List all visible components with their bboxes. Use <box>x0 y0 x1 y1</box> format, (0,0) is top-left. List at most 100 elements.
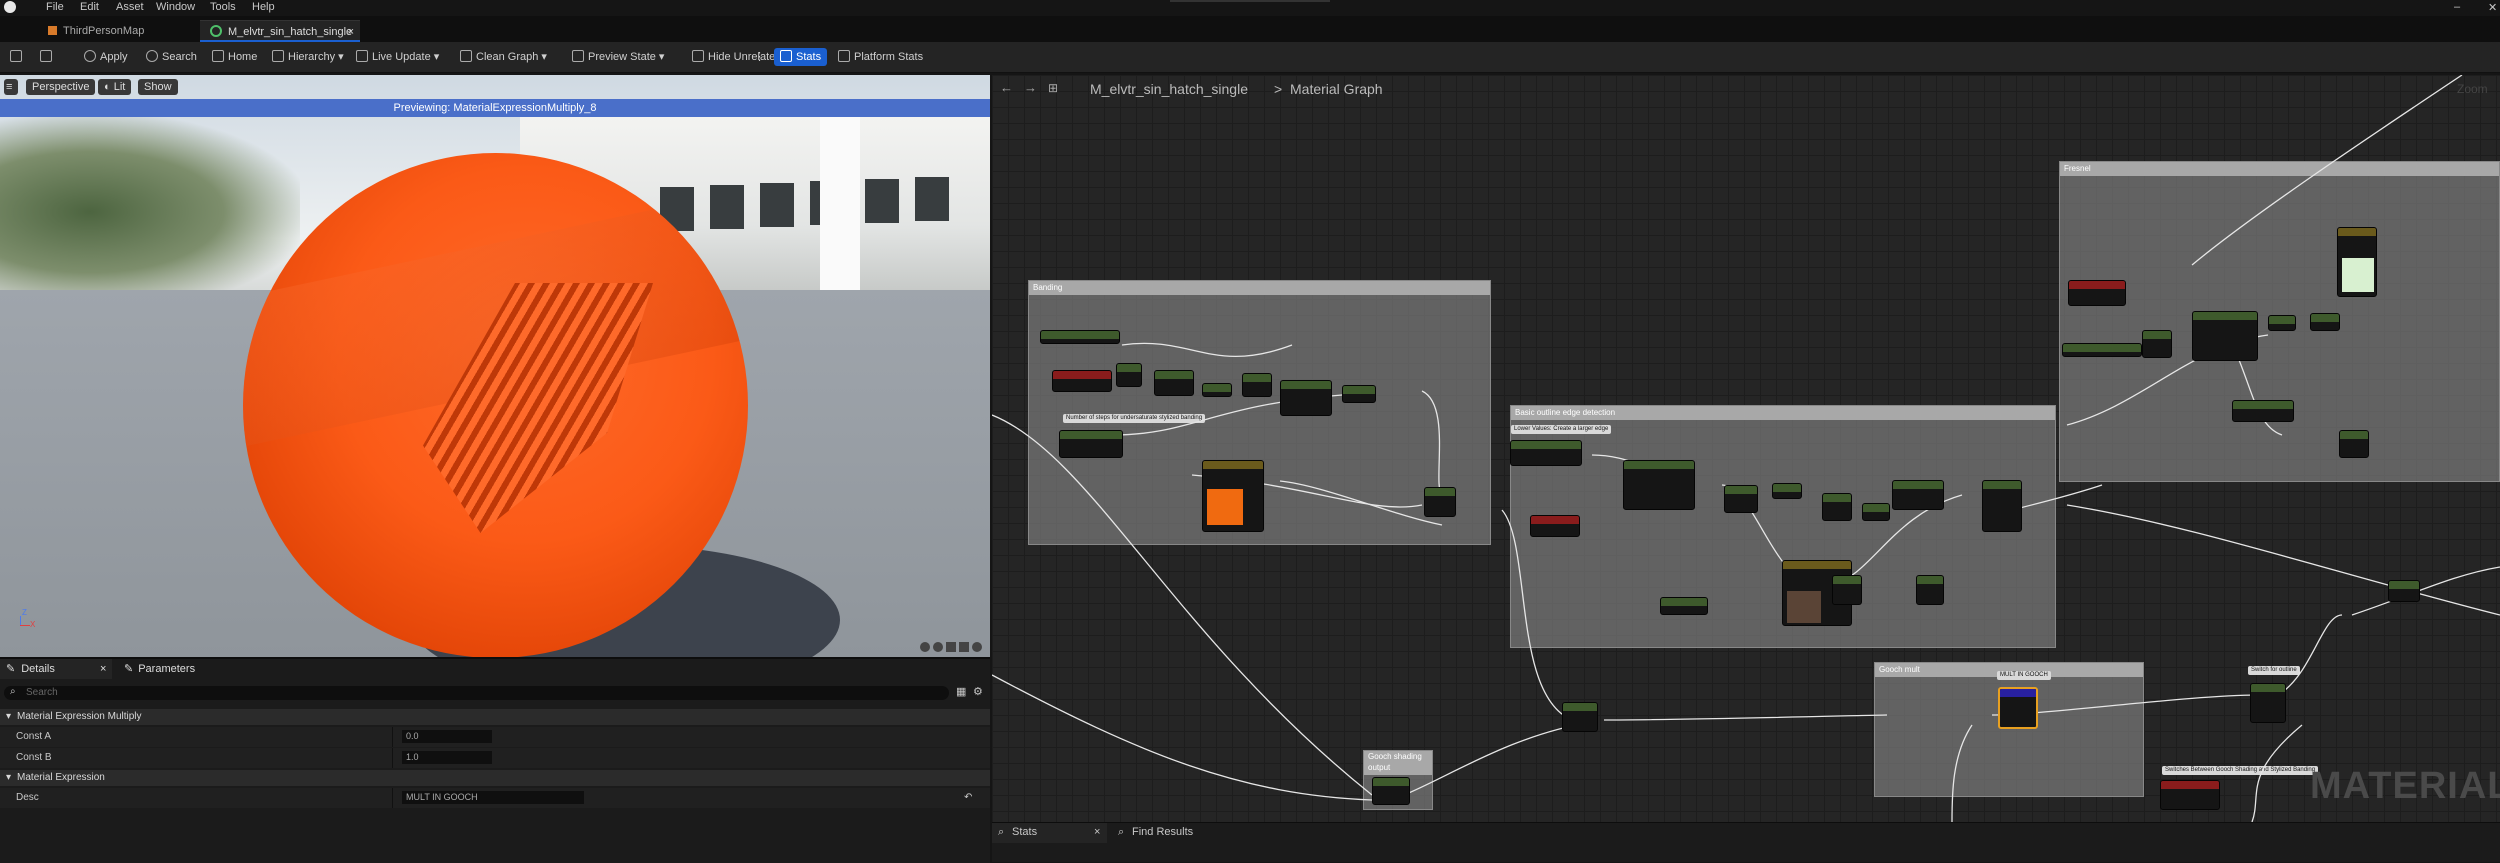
hierarchy-button[interactable]: Hierarchy ▾ <box>272 49 344 65</box>
node-final-mult[interactable] <box>2388 580 2420 602</box>
node-outline-mult[interactable] <box>1832 575 1862 605</box>
material-graph-canvas[interactable]: ← → ⊞ M_elvtr_sin_hatch_single > Materia… <box>992 75 2500 822</box>
lit-button[interactable]: ◐ Lit <box>98 79 132 95</box>
preview-banner: Previewing: MaterialExpressionMultiply_8 <box>0 99 990 117</box>
plane-icon[interactable] <box>946 642 956 652</box>
node-scalar-steps[interactable] <box>1059 430 1123 458</box>
node-pixel-normal-2[interactable] <box>1530 515 1580 537</box>
tab-details[interactable]: ✎ Details × <box>0 659 112 679</box>
wire <box>1501 509 1573 721</box>
menu-file[interactable]: File <box>46 1 64 13</box>
tab-find-results[interactable]: ⌕ Find Results <box>1114 823 1224 843</box>
node-step[interactable] <box>1822 493 1852 521</box>
building-window <box>865 179 899 223</box>
node-pixel-normal[interactable] <box>1052 370 1112 392</box>
material-watermark: MATERIAL <box>2310 765 2500 807</box>
node-divide[interactable] <box>1242 373 1272 397</box>
unreal-logo-icon[interactable] <box>4 1 16 13</box>
node-lerp[interactable] <box>1280 380 1332 416</box>
stats-button[interactable]: Stats <box>774 48 828 66</box>
menu-asset[interactable]: Asset <box>116 1 144 13</box>
node-fresnel-add[interactable] <box>2339 430 2369 458</box>
reset-arrow-icon[interactable]: ↶ <box>964 788 972 808</box>
node-texcoord[interactable] <box>1040 330 1120 344</box>
settings-gear-icon[interactable]: ⚙ <box>973 685 983 698</box>
live-update-button[interactable]: Live Update ▾ <box>356 49 439 65</box>
menu-edit[interactable]: Edit <box>80 1 99 13</box>
node-multiply-selected[interactable] <box>1998 687 2038 729</box>
tab-stats[interactable]: ⌕ Stats × <box>992 823 1107 843</box>
node-custom-expression[interactable] <box>1623 460 1695 510</box>
node-multiply-out[interactable] <box>1424 487 1456 517</box>
show-button[interactable]: Show <box>138 79 178 95</box>
node-fresnel[interactable] <box>2192 311 2258 361</box>
category-multiply-header[interactable]: ▾ Material Expression Multiply <box>0 709 990 725</box>
view-options-icon[interactable]: ▦ <box>956 685 966 698</box>
preview-state-button[interactable]: Preview State ▾ <box>572 49 664 65</box>
node-fresnel-mult[interactable] <box>2310 313 2340 331</box>
browse-icon[interactable] <box>40 49 56 65</box>
apply-icon <box>84 50 96 62</box>
node-power[interactable] <box>1724 485 1758 513</box>
search-button[interactable]: Search <box>146 49 197 65</box>
node-vertex-normal[interactable] <box>2068 280 2126 306</box>
node-gooch-output[interactable] <box>1372 777 1410 805</box>
node-saturate[interactable] <box>1342 385 1376 403</box>
close-window-icon[interactable]: ✕ <box>2488 1 2497 14</box>
title-bar-divider <box>1170 0 1330 2</box>
node-gooch-blend[interactable] <box>1562 702 1598 732</box>
building-pillar <box>820 117 860 297</box>
node-multiply[interactable] <box>1154 370 1194 396</box>
node-if[interactable] <box>1982 480 2022 532</box>
node-fresnel-input[interactable] <box>1510 440 1582 466</box>
hide-unrelated-button[interactable]: Hide Unrelated <box>692 49 781 65</box>
node-gooch-toggle[interactable] <box>2160 780 2220 810</box>
tab-parameters[interactable]: ✎ Parameters <box>124 659 224 679</box>
node-fresnel-exponent[interactable] <box>2232 400 2294 422</box>
stats-tab-close-icon[interactable]: × <box>1094 826 1100 838</box>
node-floor[interactable] <box>1202 383 1232 397</box>
category-expression-header[interactable]: ▾ Material Expression <box>0 770 990 786</box>
node-add[interactable] <box>1116 363 1142 387</box>
menu-window[interactable]: Window <box>156 1 195 13</box>
chevron-down-icon: ▾ <box>6 711 12 722</box>
preview-sphere <box>243 153 748 657</box>
node-scalar-thickness[interactable] <box>1660 597 1708 615</box>
node-camera-vector[interactable] <box>2062 343 2142 357</box>
node-dot[interactable] <box>2142 330 2172 358</box>
toolbar-overflow-icon[interactable]: ⋮ <box>754 49 765 65</box>
node-oneminus[interactable] <box>1772 483 1802 499</box>
sphere-icon[interactable] <box>933 642 943 652</box>
graph-bottom-tabs: ⌕ Stats × ⌕ Find Results <box>992 822 2500 862</box>
node-fresnel-pow[interactable] <box>2268 315 2296 331</box>
preview-viewport[interactable]: ≡ Perspective ◐ Lit Show Previewing: Mat… <box>0 75 990 657</box>
home-icon <box>212 50 224 62</box>
node-clamp[interactable] <box>1862 503 1890 521</box>
cube-icon[interactable] <box>959 642 969 652</box>
node-outline-add[interactable] <box>1916 575 1944 605</box>
menu-help[interactable]: Help <box>252 1 275 13</box>
tab-third-person-map[interactable]: ThirdPersonMap <box>48 20 188 42</box>
cylinder-icon[interactable] <box>920 642 930 652</box>
teapot-icon[interactable] <box>972 642 982 652</box>
viewport-menu-icon[interactable]: ≡ <box>4 79 18 95</box>
node-color-param[interactable] <box>1202 460 1264 532</box>
perspective-button[interactable]: Perspective <box>26 79 96 95</box>
wire <box>1421 390 1443 496</box>
details-search-input[interactable]: ⌕ Search <box>4 686 949 700</box>
node-outline-lerp[interactable] <box>1892 480 1944 510</box>
clean-graph-button[interactable]: Clean Graph ▾ <box>460 49 547 65</box>
desc-field[interactable]: MULT IN GOOCH <box>402 791 584 804</box>
node-switch[interactable] <box>2250 683 2286 723</box>
menu-tools[interactable]: Tools <box>210 1 236 13</box>
apply-button[interactable]: Apply <box>84 49 128 65</box>
node-fresnel-color[interactable] <box>2337 227 2377 297</box>
platform-stats-button[interactable]: Platform Stats <box>838 49 923 65</box>
const-b-field[interactable]: 1.0 <box>402 751 492 764</box>
save-icon[interactable] <box>10 49 26 65</box>
brush-icon <box>460 50 472 62</box>
const-a-field[interactable]: 0.0 <box>402 730 492 743</box>
details-close-icon[interactable]: × <box>100 659 106 679</box>
minimize-icon[interactable]: – <box>2454 1 2460 13</box>
home-button[interactable]: Home <box>212 49 257 65</box>
